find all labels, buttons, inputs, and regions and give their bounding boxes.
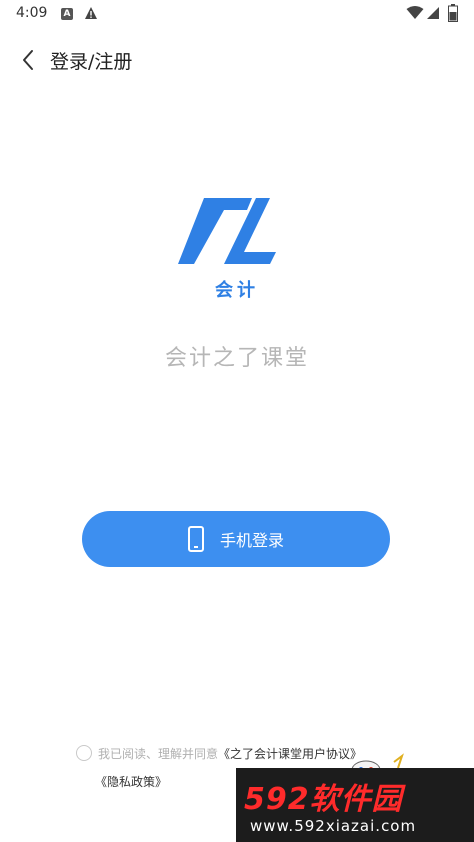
watermark: 592软件园 www.592xiazai.com — [236, 768, 474, 842]
status-time: 4:09 — [16, 5, 48, 21]
privacy-policy-link[interactable]: 《隐私政策》 — [95, 773, 167, 790]
status-bar: 4:09 A — [0, 0, 474, 28]
back-arrow-icon — [23, 50, 33, 70]
agreement-checkbox[interactable] — [76, 745, 92, 761]
back-button[interactable] — [12, 44, 44, 76]
agreement-text: 我已阅读、理解并同意《之了会计课堂用户协议》 — [98, 745, 362, 762]
phone-icon — [187, 526, 204, 552]
agreement-prefix: 我已阅读、理解并同意 — [98, 747, 219, 761]
battery-icon — [448, 4, 458, 22]
phone-login-label: 手机登录 — [219, 531, 284, 550]
page-title: 登录/注册 — [50, 51, 133, 73]
signal-icon — [427, 7, 439, 19]
wifi-icon — [406, 6, 424, 19]
watermark-url: www.592xiazai.com — [250, 817, 417, 835]
logo-mark — [178, 198, 276, 264]
watermark-brand: 592软件园 — [244, 782, 403, 817]
warning-icon — [85, 7, 97, 19]
accessibility-a-icon: A — [61, 8, 73, 20]
logo-brand-text: 会计 — [215, 280, 259, 301]
app-name: 会计之了课堂 — [164, 346, 309, 371]
header: 登录/注册 — [0, 40, 474, 80]
phone-login-button[interactable]: 手机登录 — [82, 511, 390, 567]
app-logo: 会计 — [160, 172, 314, 312]
